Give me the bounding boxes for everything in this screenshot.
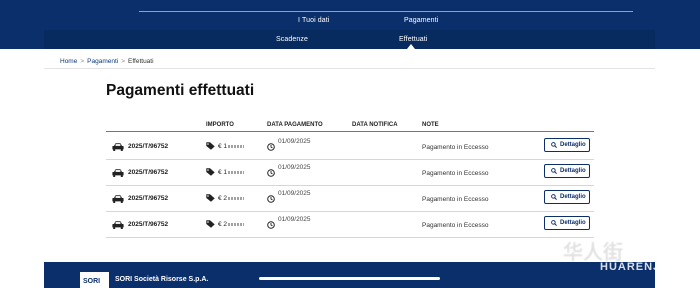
footer-logo: SORI <box>80 272 109 288</box>
breadcrumb-home[interactable]: Home <box>60 58 77 65</box>
clock-icon <box>267 195 275 203</box>
clock-icon <box>267 143 275 151</box>
table-row: 2025/T/96752 € 1 01/09/2025 Pagamento in… <box>106 134 594 160</box>
table-row: 2025/T/96752 € 1 01/09/2025 Pagamento in… <box>106 160 594 186</box>
price-tag-icon <box>206 220 215 228</box>
dettaglio-button[interactable]: Dettaglio <box>544 138 590 152</box>
nav-sub-row: Scadenze Effettuati <box>44 30 655 49</box>
payment-date: 01/09/2025 <box>278 138 311 145</box>
vehicle-plate: 2025/T/96752 <box>128 221 169 228</box>
payment-note: Pagamento in Eccesso <box>422 144 489 151</box>
breadcrumb-current: Effettuati <box>128 58 154 65</box>
car-icon <box>112 195 124 203</box>
column-header-data-notifica: DATA NOTIFICA <box>352 122 398 128</box>
payment-note: Pagamento in Eccesso <box>422 170 489 177</box>
payment-date: 01/09/2025 <box>278 190 311 197</box>
footer-company-name: SORI Società Risorse S.p.A. <box>115 276 209 283</box>
breadcrumb-pagamenti[interactable]: Pagamenti <box>87 58 118 65</box>
nav-link-tuoi-dati[interactable]: I Tuoi dati <box>298 17 329 24</box>
clock-icon <box>267 169 275 177</box>
dettaglio-button-label: Dettaglio <box>560 168 586 174</box>
subnav-link-effettuati[interactable]: Effettuati <box>399 36 428 43</box>
subnav-link-scadenze[interactable]: Scadenze <box>276 36 308 43</box>
nav-divider <box>139 11 633 12</box>
watermark-text: HUARENJIE <box>600 261 673 273</box>
nav-link-pagamenti[interactable]: Pagamenti <box>404 17 438 24</box>
payment-amount: € 1 <box>218 169 245 176</box>
search-icon <box>551 220 557 226</box>
payment-amount: € 2 <box>218 221 245 228</box>
top-navigation: I Tuoi dati Pagamenti Scadenze Effettuat… <box>0 0 700 49</box>
redacted-digits <box>228 170 245 174</box>
payment-date: 01/09/2025 <box>278 216 311 223</box>
payment-amount: € 2 <box>218 195 245 202</box>
payment-date: 01/09/2025 <box>278 164 311 171</box>
dettaglio-button-label: Dettaglio <box>560 194 586 200</box>
breadcrumb-divider <box>44 68 655 69</box>
home-indicator-bar[interactable] <box>259 277 440 280</box>
breadcrumb-separator: > <box>121 58 126 65</box>
car-icon <box>112 143 124 151</box>
search-icon <box>551 142 557 148</box>
nav-main-row: I Tuoi dati Pagamenti <box>44 0 655 30</box>
payment-note: Pagamento in Eccesso <box>422 196 489 203</box>
column-header-note: NOTE <box>422 122 439 128</box>
table-row: 2025/T/96752 € 2 01/09/2025 Pagamento in… <box>106 186 594 212</box>
page-title: Pagamenti effettuati <box>106 82 255 99</box>
footer-logo-text: SORI <box>83 278 101 285</box>
dettaglio-button-label: Dettaglio <box>560 142 586 148</box>
price-tag-icon <box>206 142 215 150</box>
breadcrumb: Home > Pagamenti > Effettuati <box>60 58 154 65</box>
breadcrumb-separator: > <box>80 58 85 65</box>
site-footer: SORI SORI Società Risorse S.p.A. <box>44 262 655 288</box>
search-icon <box>551 168 557 174</box>
dettaglio-button[interactable]: Dettaglio <box>544 190 590 204</box>
table-header-divider <box>106 131 594 132</box>
car-icon <box>112 169 124 177</box>
active-tab-indicator <box>407 44 415 49</box>
vehicle-plate: 2025/T/96752 <box>128 195 169 202</box>
table-row: 2025/T/96752 € 2 01/09/2025 Pagamento in… <box>106 212 594 238</box>
price-tag-icon <box>206 168 215 176</box>
vehicle-plate: 2025/T/96752 <box>128 143 169 150</box>
redacted-digits <box>228 196 245 200</box>
search-icon <box>551 194 557 200</box>
car-icon <box>112 221 124 229</box>
dettaglio-button[interactable]: Dettaglio <box>544 164 590 178</box>
vehicle-plate: 2025/T/96752 <box>128 169 169 176</box>
payment-amount: € 1 <box>218 143 245 150</box>
redacted-digits <box>228 222 245 226</box>
dettaglio-button-label: Dettaglio <box>560 220 586 226</box>
dettaglio-button[interactable]: Dettaglio <box>544 216 590 230</box>
column-header-data-pagamento: DATA PAGAMENTO <box>267 122 323 128</box>
redacted-digits <box>228 144 245 148</box>
price-tag-icon <box>206 194 215 202</box>
column-header-importo: IMPORTO <box>206 122 234 128</box>
clock-icon <box>267 221 275 229</box>
payment-note: Pagamento in Eccesso <box>422 222 489 229</box>
